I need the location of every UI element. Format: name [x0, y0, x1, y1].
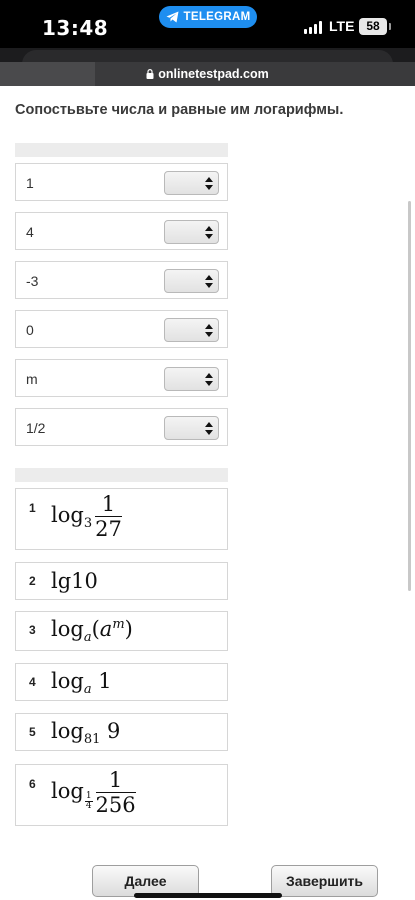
- formula-loga-1: loga 1: [51, 669, 112, 697]
- answer-select[interactable]: [164, 416, 219, 440]
- formulas-header: [15, 468, 228, 482]
- select-arrows-icon: [205, 226, 213, 239]
- log-base: 3: [83, 516, 93, 531]
- scrollbar[interactable]: [408, 201, 411, 591]
- fraction: 1 27: [95, 493, 122, 540]
- formula-log1-4-1-256: log 1 4 1 256: [51, 768, 136, 817]
- answer-select[interactable]: [164, 220, 219, 244]
- test-page: Сопостьвьте числа и равные им логарифмы.…: [0, 86, 415, 900]
- base-denominator: 4: [85, 801, 92, 811]
- formula-row: 3 loga(am): [15, 611, 228, 651]
- select-arrows-icon: [205, 373, 213, 386]
- answer-select[interactable]: [164, 269, 219, 293]
- formula-lg10: lg10: [51, 569, 98, 593]
- lock-icon: [146, 69, 154, 79]
- formula-row: 6 log 1 4 1 256: [15, 764, 228, 826]
- answer-select[interactable]: [164, 171, 219, 195]
- signal-icon: [304, 21, 322, 34]
- log-argument: 1: [98, 669, 112, 693]
- number-value: 1/2: [26, 420, 46, 436]
- url-bar-shade: [0, 62, 95, 86]
- fraction: 1 256: [95, 769, 136, 817]
- answer-select[interactable]: [164, 318, 219, 342]
- match-row: -3: [15, 261, 228, 299]
- home-indicator[interactable]: [134, 893, 282, 898]
- select-arrows-icon: [205, 422, 213, 435]
- formula-log3-1-27: log3 1 27: [51, 492, 122, 541]
- number-value: m: [26, 371, 38, 387]
- number-value: 1: [26, 175, 34, 191]
- formula-number: 6: [29, 777, 36, 791]
- formula-row: 4 loga 1: [15, 663, 228, 701]
- formula-number: 4: [29, 675, 36, 689]
- formula-loga-am: loga(am): [51, 617, 133, 645]
- select-arrows-icon: [205, 324, 213, 337]
- number-value: -3: [26, 273, 39, 289]
- match-row: 0: [15, 310, 228, 348]
- log-base: a: [83, 682, 92, 697]
- fraction-numerator: 1: [95, 769, 136, 793]
- formula-log81-9: log81 9: [51, 719, 121, 747]
- clock: 13:48: [42, 16, 109, 40]
- match-row: 4: [15, 212, 228, 250]
- log-base: 81: [83, 732, 101, 747]
- telegram-icon: [166, 11, 179, 23]
- answer-select[interactable]: [164, 367, 219, 391]
- url-text: onlinetestpad.com: [158, 67, 269, 81]
- number-value: 0: [26, 322, 34, 338]
- log-base-fraction: 14: [84, 792, 93, 811]
- fraction-numerator: 1: [95, 493, 122, 517]
- exponent: m: [112, 617, 125, 632]
- select-arrows-icon: [205, 177, 213, 190]
- log-base: a: [83, 630, 92, 645]
- battery-icon: 58: [359, 18, 391, 35]
- log-argument: a: [99, 617, 113, 641]
- finish-button[interactable]: Завершить: [271, 865, 378, 897]
- url-bar[interactable]: onlinetestpad.com: [0, 62, 415, 86]
- question-text: Сопостьвьте числа и равные им логарифмы.: [15, 102, 344, 118]
- formula-number: 2: [29, 574, 36, 588]
- telegram-label: TELEGRAM: [183, 11, 251, 23]
- formula-number: 3: [29, 623, 36, 637]
- formula-row: 5 log81 9: [15, 713, 228, 751]
- fraction-denominator: 27: [95, 517, 122, 541]
- match-row: 1/2: [15, 408, 228, 446]
- log-argument: 9: [107, 719, 121, 743]
- formula-number: 1: [29, 501, 36, 515]
- formula-row: 1 log3 1 27: [15, 488, 228, 550]
- match-row: m: [15, 359, 228, 397]
- fraction-denominator: 256: [95, 793, 136, 817]
- select-arrows-icon: [205, 275, 213, 288]
- number-value: 4: [26, 224, 34, 240]
- network-type: LTE: [329, 18, 355, 34]
- telegram-back-pill[interactable]: TELEGRAM: [159, 6, 257, 28]
- numbers-header: [15, 143, 228, 157]
- formula-row: 2 lg10: [15, 562, 228, 600]
- match-row: 1: [15, 163, 228, 201]
- formula-number: 5: [29, 725, 36, 739]
